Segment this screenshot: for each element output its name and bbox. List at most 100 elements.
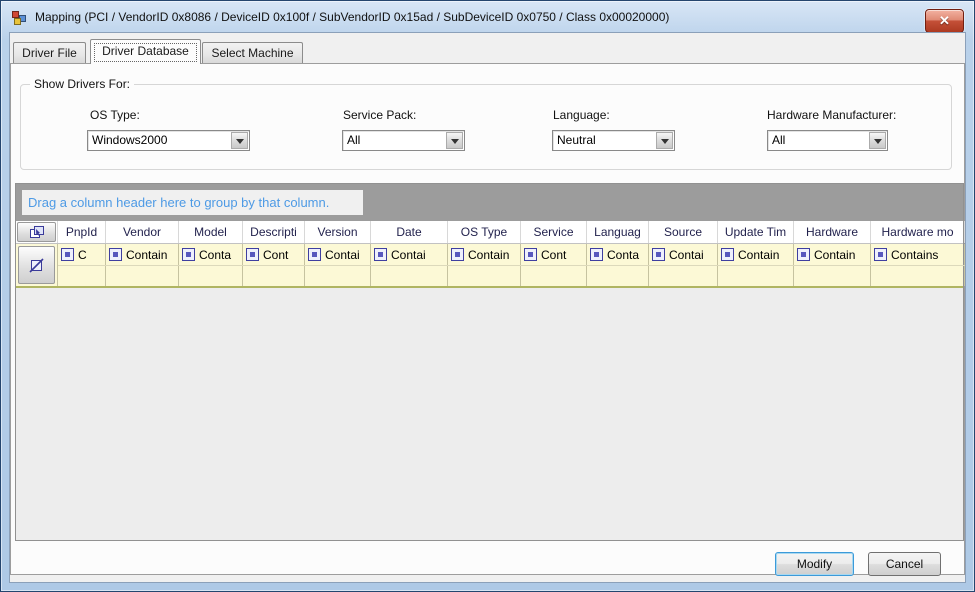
filter-value: Contai [325, 248, 360, 262]
column-header-update-tim[interactable]: Update Tim [718, 221, 794, 243]
tab-label: Driver Database [102, 44, 189, 58]
empty-cell-service [521, 266, 587, 286]
group-by-hint: Drag a column header here to group by th… [22, 190, 363, 215]
filter-cell-update-tim[interactable]: Contain [718, 244, 794, 265]
empty-cell-languag [587, 266, 649, 286]
filter-value: C [78, 248, 87, 262]
filter-cell-vendor[interactable]: Contain [106, 244, 179, 265]
chevron-down-icon [874, 139, 882, 148]
column-header-hardware-mo[interactable]: Hardware mo [871, 221, 965, 243]
column-header-source[interactable]: Source [649, 221, 718, 243]
filter-cell-version[interactable]: Contai [305, 244, 371, 265]
tab-label: Select Machine [211, 46, 293, 60]
service-pack-combobox[interactable]: All [342, 130, 465, 151]
filter-cell-os-type[interactable]: Contain [448, 244, 521, 265]
filter-condition-icon[interactable] [61, 248, 74, 261]
filter-condition-icon[interactable] [182, 248, 195, 261]
dropdown-button[interactable] [446, 132, 463, 149]
modify-button[interactable]: Modify [775, 552, 854, 576]
filter-value: Contains [891, 248, 938, 262]
filter-condition-icon[interactable] [524, 248, 537, 261]
language-value: Neutral [557, 133, 596, 147]
os-type-combobox[interactable]: Windows2000 [87, 130, 250, 151]
tab-select-machine[interactable]: Select Machine [202, 42, 303, 63]
column-header-version[interactable]: Version [305, 221, 371, 243]
filter-cell-model[interactable]: Conta [179, 244, 243, 265]
empty-cell-descripti [243, 266, 305, 286]
dropdown-button[interactable] [869, 132, 886, 149]
filter-value: Contai [391, 248, 426, 262]
filter-condition-icon[interactable] [797, 248, 810, 261]
column-header-os-type[interactable]: OS Type [448, 221, 521, 243]
column-chooser-button[interactable] [17, 222, 56, 242]
filter-condition-icon[interactable] [246, 248, 259, 261]
column-header-service[interactable]: Service [521, 221, 587, 243]
empty-cell-version [305, 266, 371, 286]
column-header-hardware[interactable]: Hardware [794, 221, 871, 243]
empty-cell-date [371, 266, 448, 286]
cancel-button[interactable]: Cancel [868, 552, 941, 576]
empty-cell-update-tim [718, 266, 794, 286]
filter-cell-hardware[interactable]: Contain [794, 244, 871, 265]
grid-header-row: PnpIdVendorModelDescriptiVersionDateOS T… [16, 221, 963, 244]
filter-cell-languag[interactable]: Conta [587, 244, 649, 265]
chevron-down-icon [661, 139, 669, 148]
filter-condition-icon[interactable] [374, 248, 387, 261]
filter-cell-hardware-mo[interactable]: Contains [871, 244, 965, 265]
filter-value: Contain [126, 248, 167, 262]
filter-value: Cont [263, 248, 288, 262]
filter-value: Contain [468, 248, 509, 262]
hardware-manufacturer-value: All [772, 133, 785, 147]
dropdown-button[interactable] [231, 132, 248, 149]
window-title: Mapping (PCI / VendorID 0x8086 / DeviceI… [35, 10, 669, 24]
filter-cell-descripti[interactable]: Cont [243, 244, 305, 265]
filter-cell-pnpid[interactable]: C [58, 244, 106, 265]
close-button[interactable]: ✕ [925, 9, 964, 33]
column-header-descripti[interactable]: Descripti [243, 221, 305, 243]
column-header-pnpid[interactable]: PnpId [58, 221, 106, 243]
app-icon-red-square [12, 11, 19, 18]
tab-page-driver-database: Show Drivers For: OS Type: Windows2000 S… [10, 63, 965, 575]
filter-condition-icon[interactable] [451, 248, 464, 261]
filter-cell-date[interactable]: Contai [371, 244, 448, 265]
field-os-type: OS Type: Windows2000 [90, 108, 250, 151]
empty-cell-hardware [794, 266, 871, 286]
filter-cell-source[interactable]: Contai [649, 244, 718, 265]
empty-cell-source [649, 266, 718, 286]
empty-cell-model [179, 266, 243, 286]
column-header-date[interactable]: Date [371, 221, 448, 243]
hardware-manufacturer-combobox[interactable]: All [767, 130, 888, 151]
column-header-vendor[interactable]: Vendor [106, 221, 179, 243]
dialog-window: Mapping (PCI / VendorID 0x8086 / DeviceI… [0, 0, 975, 592]
field-service-pack: Service Pack: All [343, 108, 465, 151]
empty-cell-vendor [106, 266, 179, 286]
tab-driver-database[interactable]: Driver Database [90, 39, 201, 64]
filter-value: Conta [199, 248, 231, 262]
app-icon-yellow-square [14, 18, 21, 25]
grid-body [16, 288, 963, 540]
filter-condition-icon[interactable] [308, 248, 321, 261]
filter-value: Contain [814, 248, 855, 262]
filter-condition-icon[interactable] [652, 248, 665, 261]
filter-condition-icon[interactable] [721, 248, 734, 261]
language-label: Language: [553, 108, 675, 123]
tab-driver-file[interactable]: Driver File [13, 42, 86, 63]
filter-condition-icon[interactable] [109, 248, 122, 261]
field-language: Language: Neutral [553, 108, 675, 151]
close-icon: ✕ [939, 13, 950, 28]
title-bar: Mapping (PCI / VendorID 0x8086 / DeviceI… [1, 1, 974, 32]
filter-condition-icon[interactable] [590, 248, 603, 261]
filter-condition-icon[interactable] [874, 248, 887, 261]
column-header-languag[interactable]: Languag [587, 221, 649, 243]
tab-label: Driver File [22, 46, 77, 60]
language-combobox[interactable]: Neutral [552, 130, 675, 151]
column-header-model[interactable]: Model [179, 221, 243, 243]
dropdown-button[interactable] [656, 132, 673, 149]
filter-cell-service[interactable]: Cont [521, 244, 587, 265]
empty-cell-pnpid [58, 266, 106, 286]
group-by-panel[interactable]: Drag a column header here to group by th… [16, 184, 963, 221]
edit-filter-button[interactable] [18, 246, 55, 284]
filter-indicator-cell [16, 244, 58, 286]
os-type-label: OS Type: [90, 108, 250, 123]
client-area: Driver File Driver Database Select Machi… [9, 32, 966, 583]
